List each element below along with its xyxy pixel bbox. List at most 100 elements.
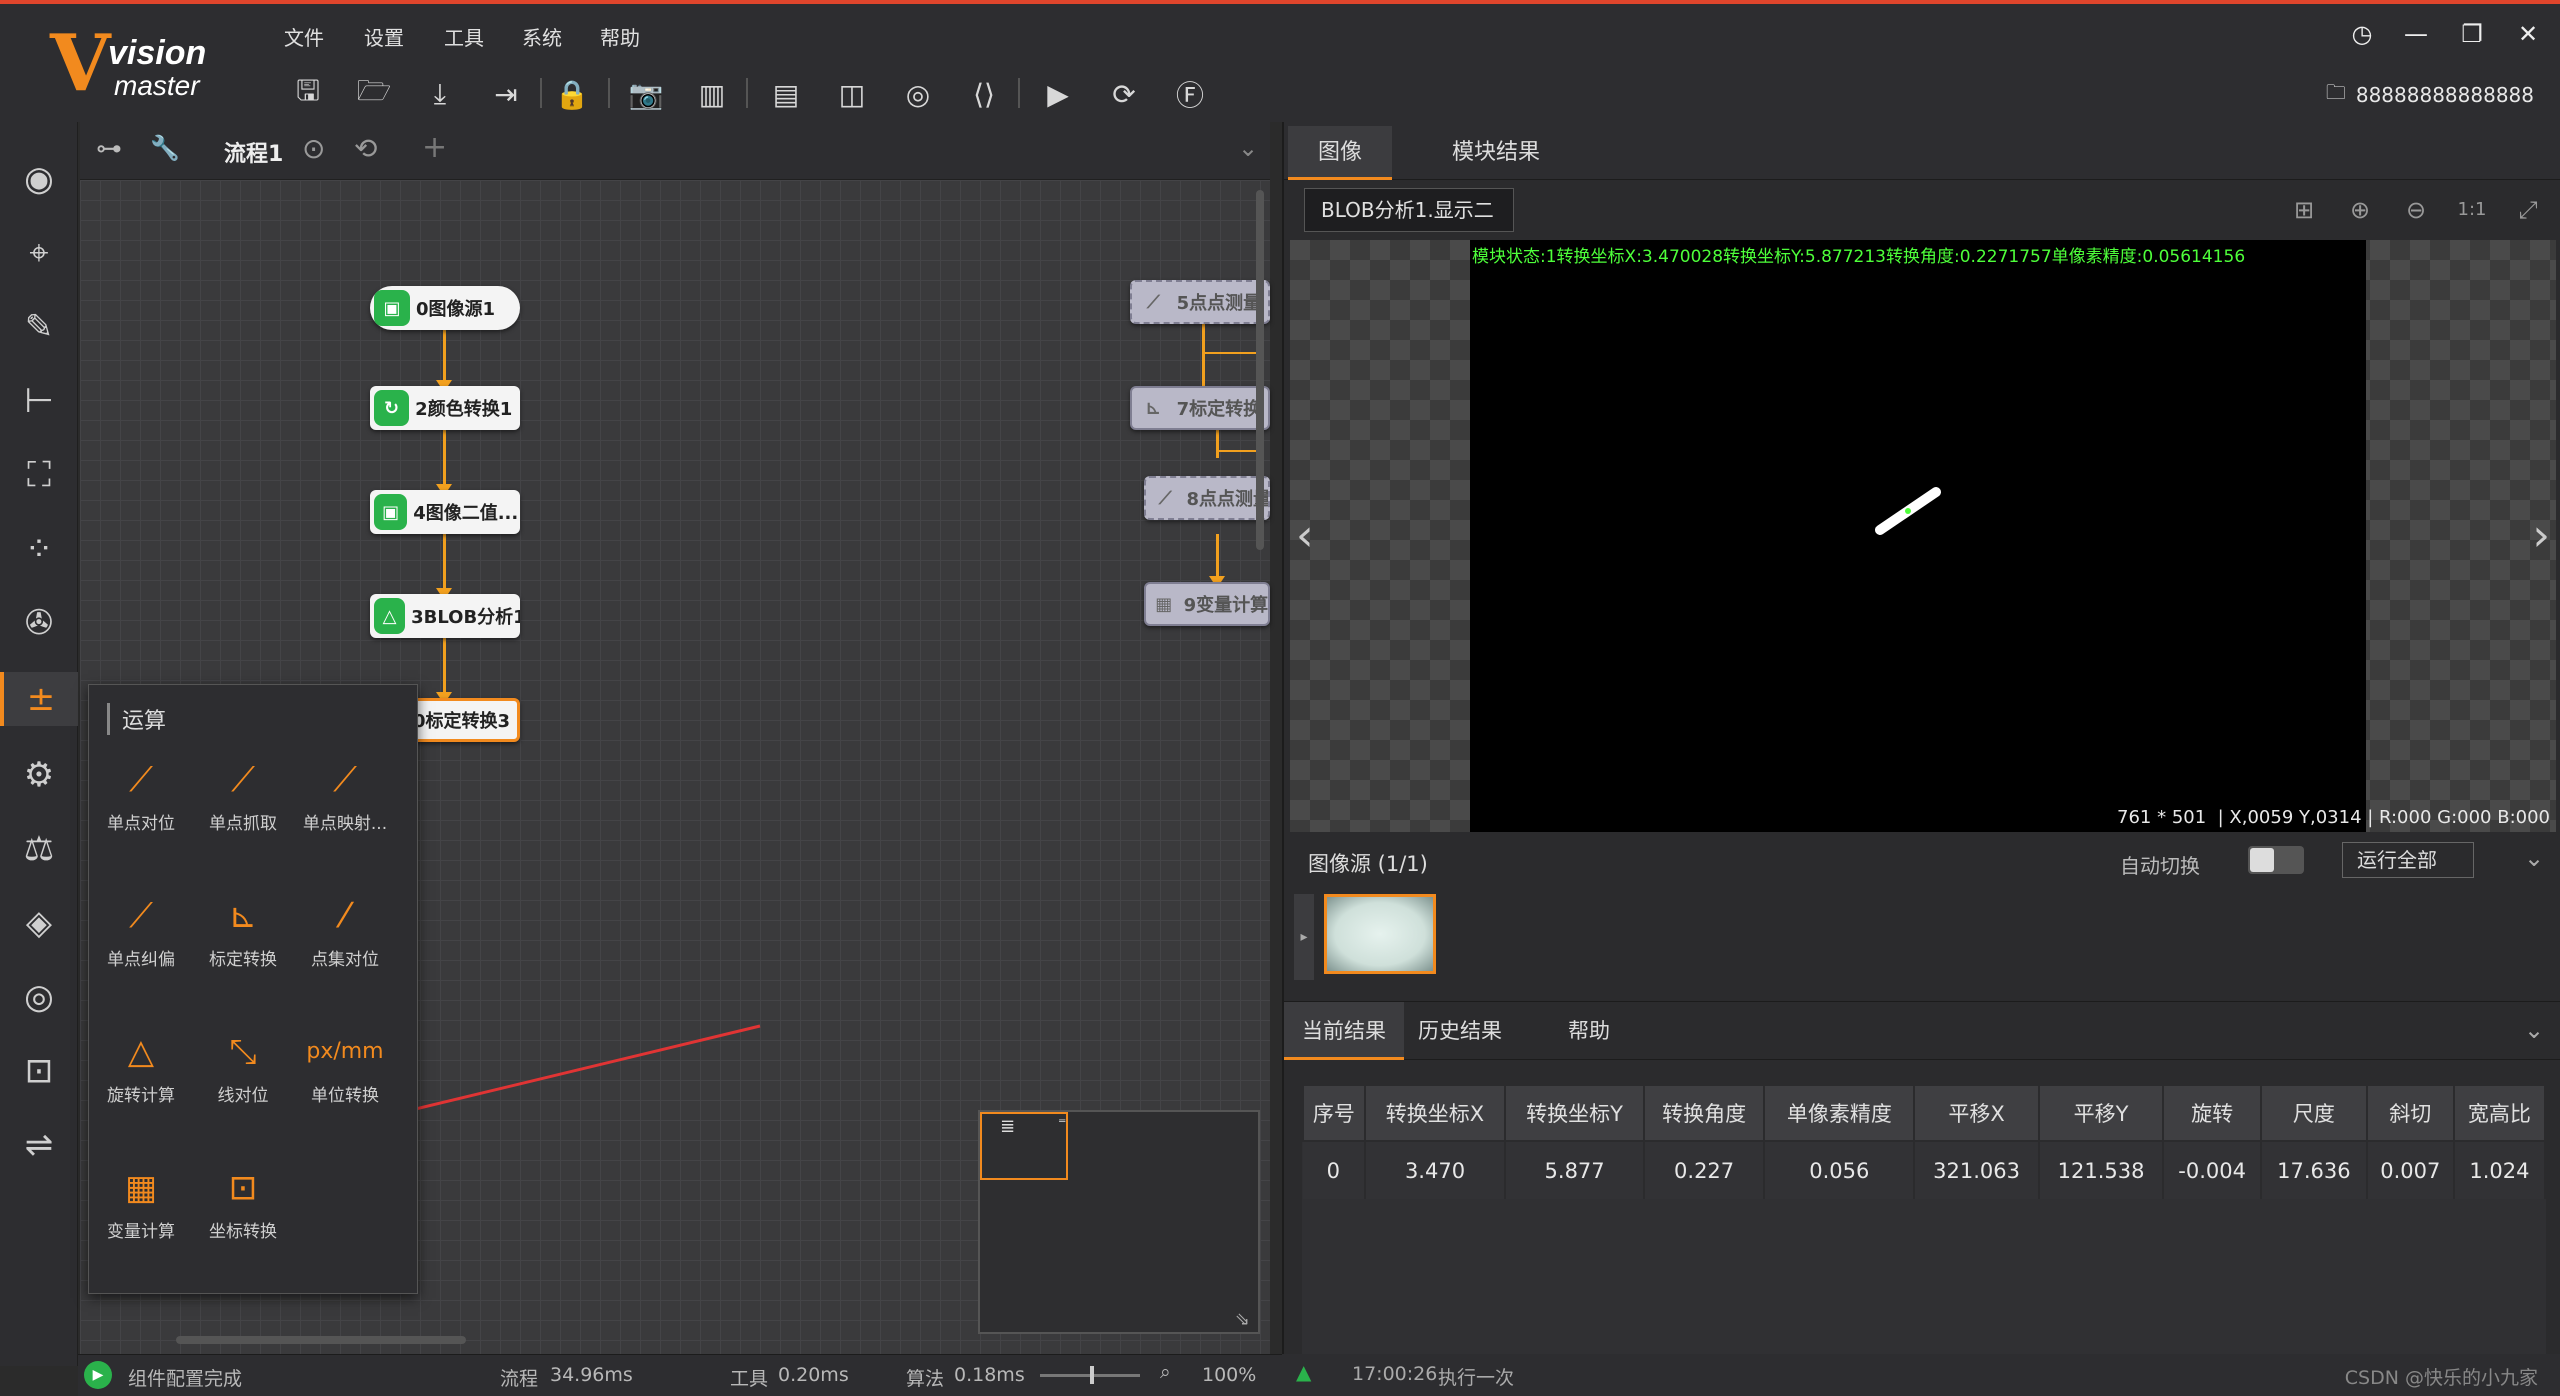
communication-icon[interactable]: ◫ xyxy=(832,74,872,114)
tool-variable-calc[interactable]: ▦ 变量计算 xyxy=(91,1163,191,1242)
trigger-icon[interactable]: ◎ xyxy=(898,74,938,114)
right-panel: 图像 模块结果 BLOB分析1.显示二 ⊞ ⊕ ⊖ 1:1 ⤢ 模块状态:1转换… xyxy=(1282,122,2560,1396)
fit-icon[interactable]: ⤢ xyxy=(2510,192,2546,228)
image-capture-icon[interactable]: ◉ xyxy=(12,152,66,206)
image-process-icon[interactable]: ⚙ xyxy=(12,748,66,802)
focus-icon[interactable]: ⛶ xyxy=(12,448,66,502)
prev-image-icon[interactable]: ‹ xyxy=(1296,510,1314,561)
flow-node-point-measure[interactable]: ⟋ 5点点测量 xyxy=(1130,280,1270,324)
script-icon[interactable]: ⟨⟩ xyxy=(964,74,1004,114)
recognition-icon[interactable]: ✇ xyxy=(12,596,66,650)
camera-icon[interactable]: 📷 xyxy=(626,74,666,114)
tab-current-result[interactable]: 当前结果 xyxy=(1284,1002,1404,1060)
import-icon[interactable]: ⤓ xyxy=(420,74,460,114)
locate-icon[interactable]: ⌖ xyxy=(12,226,66,280)
menu-help[interactable]: 帮助 xyxy=(600,22,640,51)
table-cell: 0.007 xyxy=(2366,1141,2455,1199)
algo-time-label: 算法 xyxy=(906,1368,945,1390)
tool-single-point-map[interactable]: ⟋ 单点映射... xyxy=(295,755,395,834)
wrench-icon[interactable]: 🔧 xyxy=(150,134,180,162)
lock-icon[interactable]: 🔒 xyxy=(552,74,592,114)
tab-module-result[interactable]: 模块结果 xyxy=(1422,126,1570,180)
flow-node-image-source[interactable]: ▣ 0图像源1 xyxy=(370,286,520,330)
tool-category-sidebar: ◉ ⌖ ✎ ⊢ ⛶ ⁘ ✇ ± ⚙ ⚖ ◈ ◎ ⊡ ⇌ xyxy=(0,122,78,1366)
flow-tree-icon[interactable]: ⊶ xyxy=(96,134,122,164)
clock-icon[interactable]: ◷ xyxy=(2344,20,2380,50)
flow-node-blob[interactable]: △ 3BLOB分析1 xyxy=(370,594,520,638)
actual-size-icon[interactable]: 1:1 xyxy=(2454,192,2490,228)
vertical-scrollbar[interactable] xyxy=(1256,190,1264,550)
run-once-icon[interactable]: ▶ xyxy=(1038,74,1078,114)
zoom-in-icon[interactable]: ⊕ xyxy=(2342,192,2378,228)
tab-history-result[interactable]: 历史结果 xyxy=(1400,1002,1520,1060)
single-point-icon: ⟋ xyxy=(231,760,255,800)
add-flow-icon[interactable]: + xyxy=(422,130,447,165)
image-thumbnail[interactable] xyxy=(1324,894,1436,974)
color-process-icon[interactable]: ◈ xyxy=(12,896,66,950)
close-icon[interactable]: ✕ xyxy=(2510,20,2546,50)
unit-convert-icon: px/mm xyxy=(306,1039,384,1064)
tool-single-point-correct[interactable]: ⟋ 单点纠偏 xyxy=(91,891,191,970)
calib-icon: ⊾ xyxy=(1145,397,1161,419)
controller-icon[interactable]: ▥ xyxy=(692,74,732,114)
tool-coord-convert[interactable]: ⊡ 坐标转换 xyxy=(193,1163,293,1242)
flow-node-point-measure-8[interactable]: ⟋ 8点点测量 xyxy=(1144,476,1270,520)
tool-point-set-align[interactable]: ⁄ 点集对位 xyxy=(295,891,395,970)
restore-icon[interactable]: ❐ xyxy=(2454,20,2490,50)
flow-node-calib-convert-7[interactable]: ⊾ 7标定转换 xyxy=(1130,386,1270,430)
menu-settings[interactable]: 设置 xyxy=(364,22,404,51)
global-variable-icon[interactable]: ▤ xyxy=(766,74,806,114)
grid-icon[interactable]: ⊞ xyxy=(2286,192,2322,228)
defect-icon[interactable]: ◎ xyxy=(12,970,66,1024)
thumbnail-expand-icon[interactable]: ▸ xyxy=(1294,894,1314,980)
tool-line-align[interactable]: ⤡ 线对位 xyxy=(193,1027,293,1106)
calculation-icon[interactable]: ± xyxy=(0,672,78,726)
export-icon[interactable]: ⇥ xyxy=(486,74,526,114)
tool-rotation-calc[interactable]: △ 旋转计算 xyxy=(91,1027,191,1106)
flow-node-image-binary[interactable]: ▣ 4图像二值... xyxy=(370,490,520,534)
tool-calib-convert[interactable]: ⊾ 标定转换 xyxy=(193,891,293,970)
menu-system[interactable]: 系统 xyxy=(522,22,562,51)
run-all-dropdown[interactable]: 运行全部 xyxy=(2342,842,2474,878)
minimap-viewport[interactable] xyxy=(980,1112,1068,1180)
flow-node-calib-convert[interactable]: 0标定转换3 xyxy=(410,698,520,742)
run-loop-icon[interactable]: ⟳ xyxy=(1104,74,1144,114)
menu-tools[interactable]: 工具 xyxy=(444,22,484,51)
flow-run-icon[interactable]: ⊙ xyxy=(302,132,325,165)
chevron-down-icon[interactable]: ⌄ xyxy=(2524,844,2544,872)
image-viewer[interactable]: 模块状态:1转换坐标X:3.470028转换坐标Y:5.877213转换角度:0… xyxy=(1290,240,2556,832)
tool-unit-convert[interactable]: px/mm 单位转换 xyxy=(295,1027,395,1106)
horizontal-scrollbar[interactable] xyxy=(176,1336,466,1344)
minimize-icon[interactable]: — xyxy=(2398,20,2434,50)
tool-single-point-align[interactable]: ⟋ 单点对位 xyxy=(91,755,191,834)
tab-flow1[interactable]: 流程1 xyxy=(224,136,283,168)
next-image-icon[interactable]: › xyxy=(2532,510,2550,561)
tab-help[interactable]: 帮助 xyxy=(1528,1002,1650,1060)
image-display-select[interactable]: BLOB分析1.显示二 xyxy=(1304,188,1514,232)
table-cell: 1.024 xyxy=(2453,1141,2547,1199)
ui-designer-icon[interactable]: Ⓕ xyxy=(1170,74,1210,114)
compare-icon[interactable]: ⚖ xyxy=(12,822,66,876)
auto-switch-toggle[interactable] xyxy=(2248,846,2304,874)
blob-tool-icon[interactable]: ⁘ xyxy=(12,522,66,576)
flow-minimap[interactable]: ≣ ⁼ ⇘ xyxy=(978,1110,1260,1334)
chevron-down-icon[interactable]: ⌄ xyxy=(2524,1016,2544,1044)
zoom-out-icon[interactable]: ⊖ xyxy=(2398,192,2434,228)
image-edit-icon[interactable]: ✎ xyxy=(12,300,66,354)
open-folder-icon[interactable]: 🗁 xyxy=(354,74,394,114)
logic-if-icon[interactable]: ⊡ xyxy=(12,1044,66,1098)
image-source-label: 图像源 (1/1) xyxy=(1308,852,1428,876)
measure-tool-icon[interactable]: ⊢ xyxy=(12,374,66,428)
communication-tool-icon[interactable]: ⇌ xyxy=(12,1118,66,1172)
save-icon[interactable]: 🖫 xyxy=(288,74,328,114)
chevron-down-icon[interactable]: ⌄ xyxy=(1238,134,1258,162)
menu-file[interactable]: 文件 xyxy=(284,22,324,51)
tool-single-point-grab[interactable]: ⟋ 单点抓取 xyxy=(193,755,293,834)
flow-node-color-convert[interactable]: ↻ 2颜色转换1 xyxy=(370,386,520,430)
tab-image[interactable]: 图像 xyxy=(1288,126,1393,180)
flow-node-variable-calc[interactable]: ▦9变量计算1 xyxy=(1144,582,1270,626)
resize-icon[interactable]: ⇘ xyxy=(1235,1309,1250,1330)
table-row[interactable]: 0 3.470 5.877 0.227 0.056 321.063 121.538 -0.00… xyxy=(1303,1141,2547,1199)
zoom-slider-handle[interactable] xyxy=(1090,1366,1094,1384)
flow-loop-icon[interactable]: ⟲ xyxy=(354,132,377,165)
